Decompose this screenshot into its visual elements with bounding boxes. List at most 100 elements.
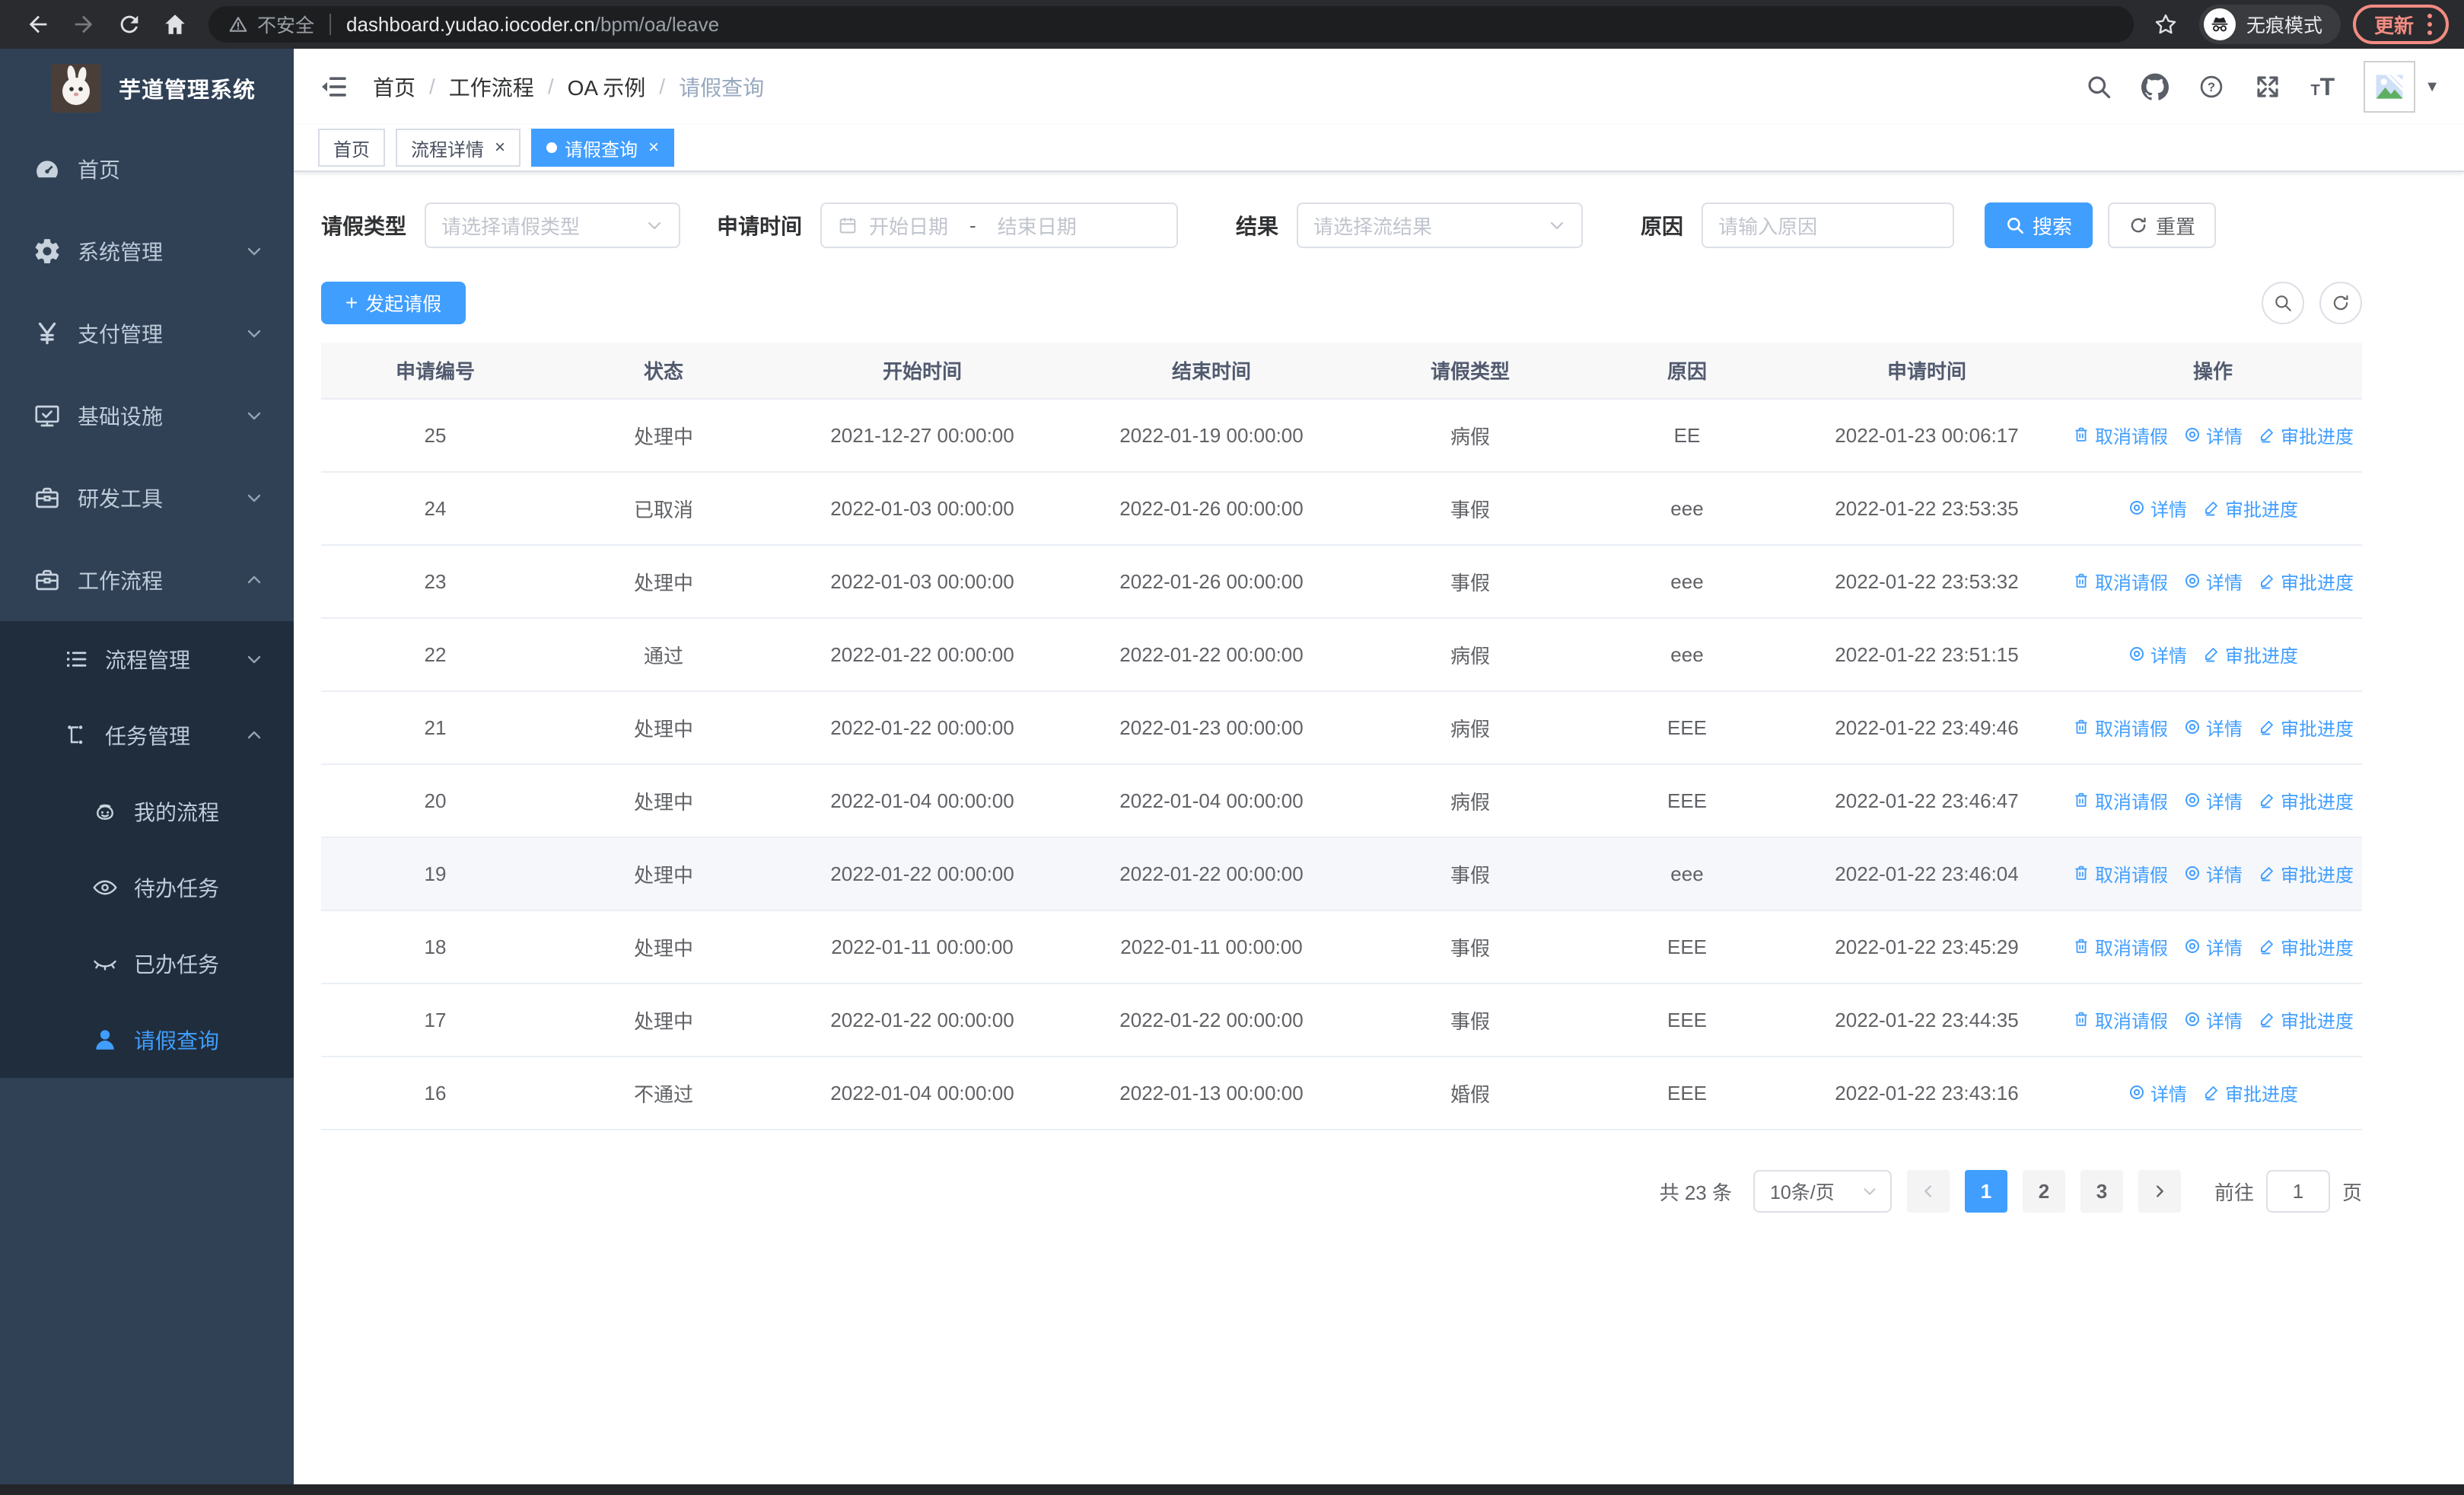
tab-首页[interactable]: 首页 — [318, 129, 385, 167]
progress-action-link[interactable]: 审批进度 — [2258, 568, 2354, 594]
breadcrumb-item[interactable]: OA 示例 — [568, 72, 646, 102]
tree-icon — [59, 722, 93, 749]
tab-请假查询[interactable]: 请假查询 × — [531, 129, 675, 167]
detail-action-link[interactable]: 详情 — [2183, 714, 2243, 741]
edit-icon — [2261, 1013, 2273, 1028]
progress-action-link[interactable]: 审批进度 — [2258, 787, 2354, 814]
sidebar-item-process-mgmt[interactable]: 流程管理 — [0, 621, 294, 697]
eye-icon — [88, 874, 122, 901]
home-icon[interactable] — [152, 3, 198, 46]
bookmark-star-icon[interactable] — [2144, 3, 2187, 46]
progress-action-link[interactable]: 审批进度 — [2202, 1079, 2298, 1106]
url-bar[interactable]: 不安全 dashboard.yudao.iocoder.cn/bpm/oa/le… — [209, 6, 2134, 43]
goto-page-input[interactable] — [2265, 1170, 2330, 1213]
table-refresh-icon[interactable] — [2319, 282, 2362, 324]
incognito-badge: 无痕模式 — [2198, 5, 2341, 44]
cell-start-time: 2022-01-04 00:00:00 — [778, 1057, 1067, 1130]
chevron-down-icon — [1548, 216, 1566, 234]
detail-action-link[interactable]: 详情 — [2183, 568, 2243, 594]
detail-action-link[interactable]: 详情 — [2128, 495, 2187, 521]
user-avatar-menu[interactable]: ▼ — [2364, 61, 2440, 113]
browser-menu-icon[interactable] — [2427, 14, 2432, 35]
edit-icon — [2261, 575, 2273, 589]
chevron-up-icon — [245, 726, 263, 744]
goto-label: 前往 — [2214, 1181, 2254, 1204]
search-icon[interactable] — [2085, 73, 2112, 100]
progress-action-link[interactable]: 审批进度 — [2202, 641, 2298, 668]
tags-view-bar: 首页 流程详情 × 请假查询 × — [294, 125, 2464, 172]
reset-button[interactable]: 重置 — [2108, 202, 2217, 248]
start-date-placeholder: 开始日期 — [869, 215, 949, 238]
progress-action-link[interactable]: 审批进度 — [2202, 495, 2298, 521]
cell-start-time: 2022-01-03 00:00:00 — [778, 545, 1067, 619]
sidebar-item-infra[interactable]: 基础设施 — [0, 375, 294, 457]
sidebar-item-system[interactable]: 系统管理 — [0, 210, 294, 292]
sidebar-item-done-tasks[interactable]: 已办任务 — [0, 926, 294, 1002]
cell-end-time: 2022-01-26 00:00:00 — [1067, 472, 1356, 546]
security-indicator[interactable]: 不安全 — [228, 11, 314, 38]
table-row: 21 处理中 2022-01-22 00:00:00 2022-01-23 00:00… — [321, 691, 2362, 765]
breadcrumb-item[interactable]: 首页 — [373, 72, 415, 102]
cancel-action-link[interactable]: 取消请假 — [2072, 1006, 2168, 1033]
cancel-action-link[interactable]: 取消请假 — [2072, 422, 2168, 448]
progress-action-link[interactable]: 审批进度 — [2258, 860, 2354, 887]
breadcrumb-item[interactable]: 工作流程 — [449, 72, 534, 102]
reason-input[interactable]: 请输入原因 — [1702, 202, 1955, 248]
sidebar-item-leave-query[interactable]: 请假查询 — [0, 1002, 294, 1078]
search-button[interactable]: 搜索 — [1985, 202, 2093, 248]
close-icon[interactable]: × — [495, 137, 505, 158]
help-icon[interactable]: ? — [2198, 73, 2225, 100]
sidebar-toggle-icon[interactable] — [318, 72, 349, 102]
detail-action-link[interactable]: 详情 — [2183, 1006, 2243, 1033]
progress-action-link[interactable]: 审批进度 — [2258, 1006, 2354, 1033]
cell-status: 处理中 — [549, 983, 778, 1057]
sidebar-item-my-process[interactable]: 我的流程 — [0, 773, 294, 850]
browser-update-button[interactable]: 更新 — [2352, 5, 2449, 44]
page-size-select[interactable]: 10条/页 — [1752, 1170, 1892, 1213]
forward-icon[interactable] — [61, 3, 107, 46]
sidebar-item-todo-tasks[interactable]: 待办任务 — [0, 850, 294, 926]
prev-page-button[interactable] — [1906, 1170, 1950, 1213]
progress-action-link[interactable]: 审批进度 — [2258, 714, 2354, 741]
detail-action-link[interactable]: 详情 — [2128, 641, 2187, 668]
create-leave-button[interactable]: + 发起请假 — [321, 282, 466, 324]
cancel-action-link[interactable]: 取消请假 — [2072, 860, 2168, 887]
sidebar-item-devtools[interactable]: 研发工具 — [0, 457, 294, 539]
table-row: 20 处理中 2022-01-04 00:00:00 2022-01-04 00:00… — [321, 764, 2362, 838]
page-button-2[interactable]: 2 — [2022, 1170, 2065, 1213]
view-icon — [2185, 574, 2199, 588]
progress-action-link[interactable]: 审批进度 — [2258, 933, 2354, 960]
tab-流程详情[interactable]: 流程详情 × — [396, 129, 521, 167]
date-range-picker[interactable]: 开始日期 - 结束日期 — [820, 202, 1179, 248]
next-page-button[interactable] — [2138, 1170, 2181, 1213]
cancel-action-link[interactable]: 取消请假 — [2072, 568, 2168, 594]
page-button-1[interactable]: 1 — [1964, 1170, 2007, 1213]
close-icon[interactable]: × — [648, 137, 659, 158]
cancel-action-link[interactable]: 取消请假 — [2072, 933, 2168, 960]
detail-action-link[interactable]: 详情 — [2183, 422, 2243, 448]
detail-action-link[interactable]: 详情 — [2183, 787, 2243, 814]
sidebar-item-payment[interactable]: 支付管理 — [0, 292, 294, 375]
reload-icon[interactable] — [107, 3, 152, 46]
font-size-icon[interactable]: TT — [2310, 75, 2335, 99]
result-select[interactable]: 请选择流结果 — [1297, 202, 1584, 248]
github-icon[interactable] — [2141, 73, 2170, 100]
tab-label: 首页 — [333, 139, 370, 161]
cell-actions: 取消请假 详情 审批进度 — [2064, 837, 2362, 911]
cancel-action-link[interactable]: 取消请假 — [2072, 714, 2168, 741]
progress-action-link[interactable]: 审批进度 — [2258, 422, 2354, 448]
chevron-up-icon — [245, 571, 263, 589]
page-button-3[interactable]: 3 — [2080, 1170, 2123, 1213]
fullscreen-icon[interactable] — [2254, 73, 2281, 100]
back-icon[interactable] — [15, 3, 61, 46]
detail-action-link[interactable]: 详情 — [2128, 1079, 2187, 1106]
sidebar-item-home[interactable]: 首页 — [0, 128, 294, 210]
detail-action-link[interactable]: 详情 — [2183, 860, 2243, 887]
sidebar-item-task-mgmt[interactable]: 任务管理 — [0, 697, 294, 773]
cancel-action-link[interactable]: 取消请假 — [2072, 787, 2168, 814]
sidebar-item-workflow[interactable]: 工作流程 — [0, 539, 294, 621]
url-text: dashboard.yudao.iocoder.cn/bpm/oa/leave — [346, 12, 720, 36]
detail-action-link[interactable]: 详情 — [2183, 933, 2243, 960]
leave-type-select[interactable]: 请选择请假类型 — [425, 202, 681, 248]
table-search-icon[interactable] — [2262, 282, 2304, 324]
